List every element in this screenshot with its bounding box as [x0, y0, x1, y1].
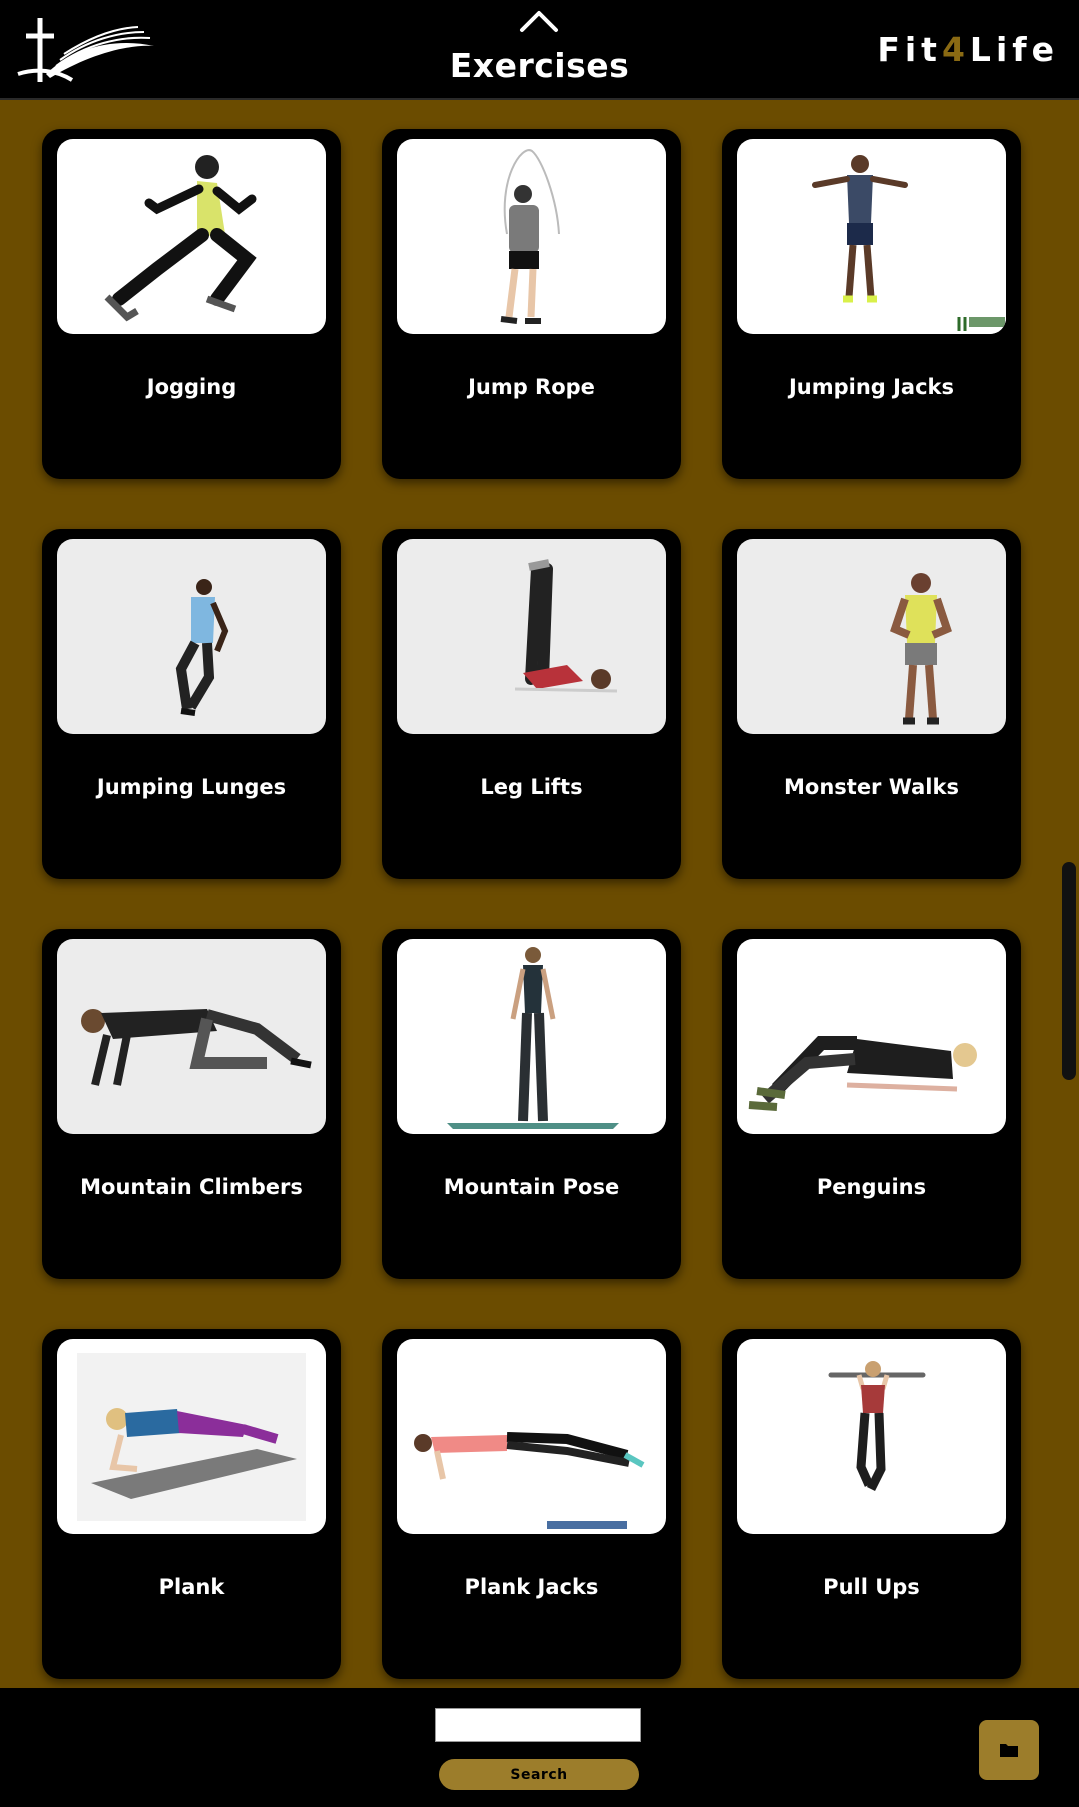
- exercise-card-mountain-climbers[interactable]: Mountain Climbers: [42, 929, 341, 1279]
- exercise-image: [737, 1339, 1006, 1534]
- exercise-card-mountain-pose[interactable]: Mountain Pose: [382, 929, 681, 1279]
- exercise-image: [57, 1339, 326, 1534]
- exercise-card-monster-walks[interactable]: Monster Walks: [722, 529, 1021, 879]
- exercise-label: Monster Walks: [784, 775, 959, 799]
- folder-icon: [1000, 1744, 1018, 1757]
- exercise-image: [737, 539, 1006, 734]
- leg-lift-figure-icon: [514, 559, 618, 693]
- exercise-card-penguins[interactable]: Penguins: [722, 929, 1021, 1279]
- runner-figure-icon: [104, 155, 257, 322]
- exercise-card-plank-jacks[interactable]: Plank Jacks: [382, 1329, 681, 1679]
- exercise-label: Mountain Pose: [443, 1175, 620, 1199]
- exercise-label: Plank Jacks: [464, 1575, 599, 1599]
- monster-walk-figure-icon: [890, 573, 952, 725]
- exercise-grid: Jogging Jump Rope Jumping Jacks Jumping …: [0, 100, 1079, 1688]
- brand-wordmark: Fit4Life: [877, 30, 1059, 69]
- lunge-figure-icon: [175, 579, 229, 716]
- footer-bar: Search: [0, 1688, 1079, 1807]
- plank-jacks-figure-icon: [414, 1432, 645, 1529]
- exercise-image: [397, 1339, 666, 1534]
- exercise-card-jogging[interactable]: Jogging: [42, 129, 341, 479]
- exercise-label: Leg Lifts: [480, 775, 583, 799]
- exercise-card-leg-lifts[interactable]: Leg Lifts: [382, 529, 681, 879]
- exercise-card-jump-rope[interactable]: Jump Rope: [382, 129, 681, 479]
- exercise-card-plank[interactable]: Plank: [42, 1329, 341, 1679]
- exercise-label: Mountain Climbers: [80, 1175, 303, 1199]
- exercise-image: [737, 139, 1006, 334]
- exercise-label: Jogging: [146, 375, 237, 399]
- brand-suffix: Life: [969, 30, 1059, 69]
- exercise-image: [397, 539, 666, 734]
- brand-prefix: Fit: [877, 30, 942, 69]
- search-input[interactable]: [435, 1708, 641, 1742]
- exercise-card-jumping-lunges[interactable]: Jumping Lunges: [42, 529, 341, 879]
- jumping-jacks-figure-icon: [812, 155, 1006, 334]
- exercise-image: [57, 539, 326, 734]
- exercise-label: Plank: [158, 1575, 225, 1599]
- exercise-card-jumping-jacks[interactable]: Jumping Jacks: [722, 129, 1021, 479]
- jump-rope-figure-icon: [500, 149, 560, 324]
- exercise-image: [737, 939, 1006, 1134]
- exercise-image: [397, 939, 666, 1134]
- mountain-pose-figure-icon: [447, 947, 619, 1129]
- pull-up-figure-icon: [828, 1361, 926, 1492]
- folder-button[interactable]: [979, 1720, 1039, 1780]
- scrollbar-thumb[interactable]: [1062, 862, 1076, 1080]
- exercise-image: [57, 939, 326, 1134]
- exercise-label: Jump Rope: [468, 375, 595, 399]
- chevron-up-icon[interactable]: [518, 8, 560, 34]
- brand-accent: 4: [941, 30, 970, 69]
- exercise-image: [57, 139, 326, 334]
- exercise-label: Penguins: [816, 1175, 927, 1199]
- plank-figure-icon: [77, 1353, 306, 1521]
- exercise-image: [397, 139, 666, 334]
- exercise-label: Jumping Jacks: [788, 375, 955, 399]
- exercise-label: Pull Ups: [823, 1575, 920, 1599]
- search-button[interactable]: Search: [439, 1759, 639, 1790]
- mountain-climber-figure-icon: [81, 1009, 312, 1086]
- penguin-crunch-figure-icon: [748, 1036, 977, 1111]
- exercise-label: Jumping Lunges: [96, 775, 287, 799]
- app-header: Exercises Fit4Life: [0, 0, 1079, 100]
- exercise-card-pull-ups[interactable]: Pull Ups: [722, 1329, 1021, 1679]
